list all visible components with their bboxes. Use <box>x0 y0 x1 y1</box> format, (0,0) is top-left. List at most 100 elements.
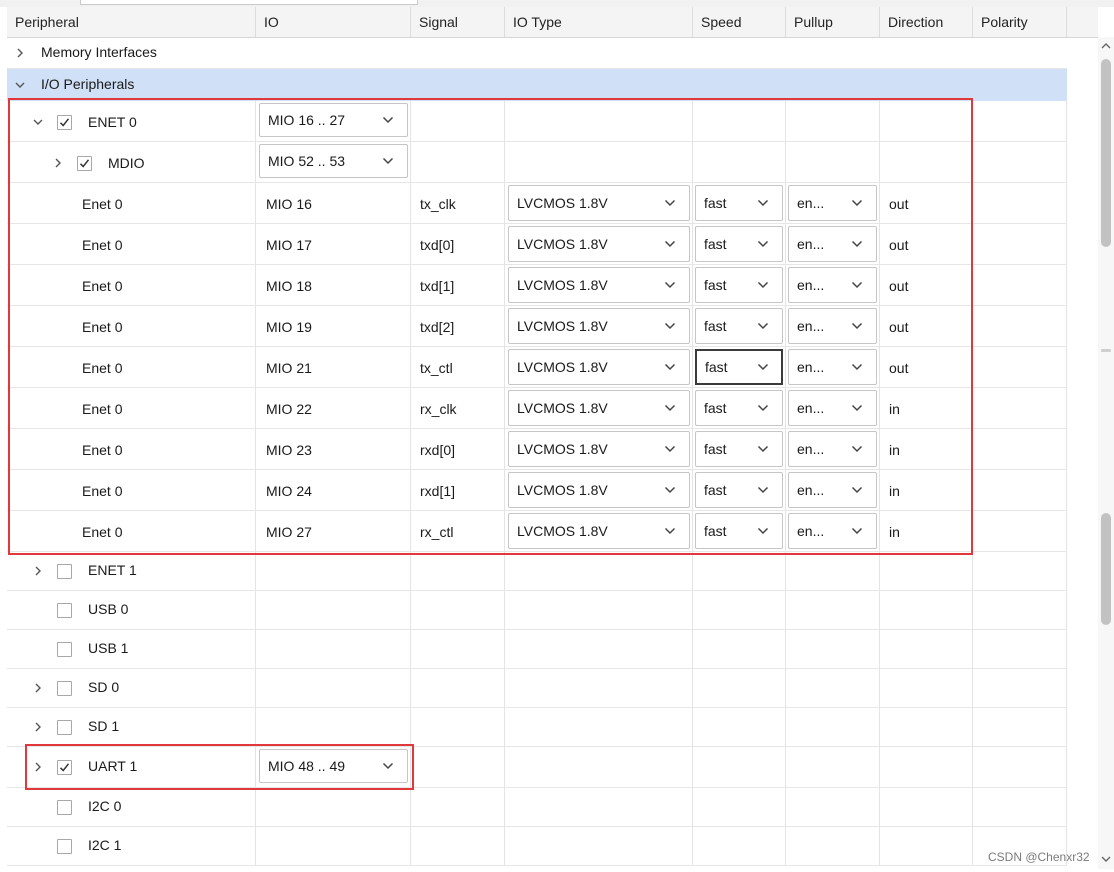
io-type-select[interactable]: LVCMOS 1.8V <box>508 431 690 467</box>
peripheral-row-usb1[interactable]: USB 1 <box>7 630 1067 669</box>
table-cell <box>7 388 256 428</box>
table-cell <box>973 306 1067 346</box>
table-cell <box>693 591 786 629</box>
enet0-checkbox[interactable] <box>57 115 72 130</box>
table-cell <box>693 827 786 865</box>
speed-select[interactable]: fast <box>695 185 783 221</box>
io-type-select[interactable]: LVCMOS 1.8V <box>508 513 690 549</box>
speed-select[interactable]: fast <box>695 513 783 549</box>
peripheral-row-enet0[interactable]: ENET 0 MIO 16 .. 27 <box>7 101 1067 142</box>
peripheral-checkbox[interactable] <box>57 760 72 775</box>
column-header-io-type[interactable]: IO Type <box>505 7 693 37</box>
chevron-right-icon[interactable] <box>31 720 45 734</box>
column-header-speed[interactable]: Speed <box>693 7 786 37</box>
io-type-select[interactable]: LVCMOS 1.8V <box>508 185 690 221</box>
peripheral-row-usb0[interactable]: USB 0 <box>7 591 1067 630</box>
scrollbar-thumb-lower[interactable] <box>1101 513 1111 625</box>
pullup-select[interactable]: en... <box>788 390 877 426</box>
group-row-i-o-peripherals[interactable]: I/O Peripherals <box>7 69 1067 101</box>
pullup-select[interactable]: en... <box>788 185 877 221</box>
pin-peripheral: Enet 0 <box>82 278 123 294</box>
pullup-select[interactable]: en... <box>788 267 877 303</box>
peripheral-checkbox[interactable] <box>57 603 72 618</box>
pullup-select-value: en... <box>797 400 825 416</box>
column-header-peripheral[interactable]: Peripheral <box>7 7 256 37</box>
io-select-mdio[interactable]: MIO 52 .. 53 <box>259 144 408 178</box>
pin-row[interactable]: Enet 0 MIO 18 txd[1] LVCMOS 1.8V fast en... ou… <box>7 265 1067 306</box>
pullup-select[interactable]: en... <box>788 431 877 467</box>
peripheral-checkbox[interactable] <box>57 800 72 815</box>
chevron-down-icon <box>664 350 676 384</box>
pullup-select[interactable]: en... <box>788 513 877 549</box>
table-cell <box>973 347 1067 387</box>
chevron-right-icon[interactable] <box>51 156 65 170</box>
chevron-down-icon[interactable] <box>31 115 45 129</box>
pin-row[interactable]: Enet 0 MIO 21 tx_ctl LVCMOS 1.8V fast en... ou… <box>7 347 1067 388</box>
column-header-io[interactable]: IO <box>256 7 411 37</box>
peripheral-row-sd0[interactable]: SD 0 <box>7 669 1067 708</box>
peripheral-checkbox[interactable] <box>57 642 72 657</box>
speed-select[interactable]: fast <box>695 308 783 344</box>
chevron-right-icon[interactable] <box>31 564 45 578</box>
peripheral-row-uart1[interactable]: UART 1 MIO 48 .. 49 <box>7 747 1067 788</box>
chevron-down-icon <box>851 473 863 507</box>
speed-select[interactable]: fast <box>695 431 783 467</box>
io-type-select[interactable]: LVCMOS 1.8V <box>508 349 690 385</box>
table-cell <box>411 827 505 865</box>
speed-select[interactable]: fast <box>695 267 783 303</box>
pullup-select[interactable]: en... <box>788 308 877 344</box>
pullup-select[interactable]: en... <box>788 226 877 262</box>
search-field-edge[interactable] <box>80 0 418 5</box>
peripheral-row-mdio[interactable]: MDIO MIO 52 .. 53 <box>7 142 1067 183</box>
io-type-select[interactable]: LVCMOS 1.8V <box>508 226 690 262</box>
io-select-enet0[interactable]: MIO 16 .. 27 <box>259 103 408 137</box>
scroll-down-icon[interactable] <box>1100 852 1112 864</box>
speed-select[interactable]: fast <box>695 390 783 426</box>
peripheral-checkbox[interactable] <box>57 681 72 696</box>
io-select-uart1[interactable]: MIO 48 .. 49 <box>259 749 408 783</box>
pin-row[interactable]: Enet 0 MIO 27 rx_ctl LVCMOS 1.8V fast en... in <box>7 511 1067 552</box>
chevron-right-icon[interactable] <box>31 681 45 695</box>
pullup-select[interactable]: en... <box>788 349 877 385</box>
peripheral-row-i2c1[interactable]: I2C 1 <box>7 827 1067 866</box>
mdio-checkbox[interactable] <box>77 156 92 171</box>
io-type-select[interactable]: LVCMOS 1.8V <box>508 267 690 303</box>
io-type-select[interactable]: LVCMOS 1.8V <box>508 308 690 344</box>
vertical-scrollbar[interactable] <box>1098 37 1114 869</box>
chevron-right-icon[interactable] <box>31 760 45 774</box>
pin-row[interactable]: Enet 0 MIO 22 rx_clk LVCMOS 1.8V fast en... in <box>7 388 1067 429</box>
chevron-down-icon <box>851 391 863 425</box>
pin-row[interactable]: Enet 0 MIO 23 rxd[0] LVCMOS 1.8V fast en... in <box>7 429 1067 470</box>
peripheral-checkbox[interactable] <box>57 720 72 735</box>
chevron-right-icon[interactable] <box>13 46 27 60</box>
scrollbar-thumb[interactable] <box>1101 59 1111 247</box>
speed-select[interactable]: fast <box>695 349 783 385</box>
scroll-up-icon[interactable] <box>1100 39 1112 51</box>
table-cell <box>880 669 973 707</box>
chevron-down-icon[interactable] <box>13 78 27 92</box>
io-type-select[interactable]: LVCMOS 1.8V <box>508 390 690 426</box>
column-header-pullup[interactable]: Pullup <box>786 7 880 37</box>
peripheral-row-i2c0[interactable]: I2C 0 <box>7 788 1067 827</box>
group-row-memory-interfaces[interactable]: Memory Interfaces <box>7 37 1067 69</box>
speed-select-value: fast <box>704 400 727 416</box>
speed-select[interactable]: fast <box>695 226 783 262</box>
peripheral-checkbox[interactable] <box>57 564 72 579</box>
column-header-signal[interactable]: Signal <box>411 7 505 37</box>
pin-row[interactable]: Enet 0 MIO 17 txd[0] LVCMOS 1.8V fast en... ou… <box>7 224 1067 265</box>
table-cell <box>256 827 411 865</box>
column-header-polarity[interactable]: Polarity <box>973 7 1067 37</box>
io-type-select[interactable]: LVCMOS 1.8V <box>508 472 690 508</box>
peripheral-row-sd1[interactable]: SD 1 <box>7 708 1067 747</box>
pin-row[interactable]: Enet 0 MIO 19 txd[2] LVCMOS 1.8V fast en... ou… <box>7 306 1067 347</box>
pin-row[interactable]: Enet 0 MIO 24 rxd[1] LVCMOS 1.8V fast en... in <box>7 470 1067 511</box>
chevron-down-icon <box>664 432 676 466</box>
peripheral-checkbox[interactable] <box>57 839 72 854</box>
table-cell <box>693 142 786 182</box>
speed-select[interactable]: fast <box>695 472 783 508</box>
column-header-direction[interactable]: Direction <box>880 7 973 37</box>
table-cell <box>693 101 786 141</box>
pullup-select[interactable]: en... <box>788 472 877 508</box>
peripheral-row-enet1[interactable]: ENET 1 <box>7 552 1067 591</box>
pin-row[interactable]: Enet 0 MIO 16 tx_clk LVCMOS 1.8V fast en... ou… <box>7 183 1067 224</box>
